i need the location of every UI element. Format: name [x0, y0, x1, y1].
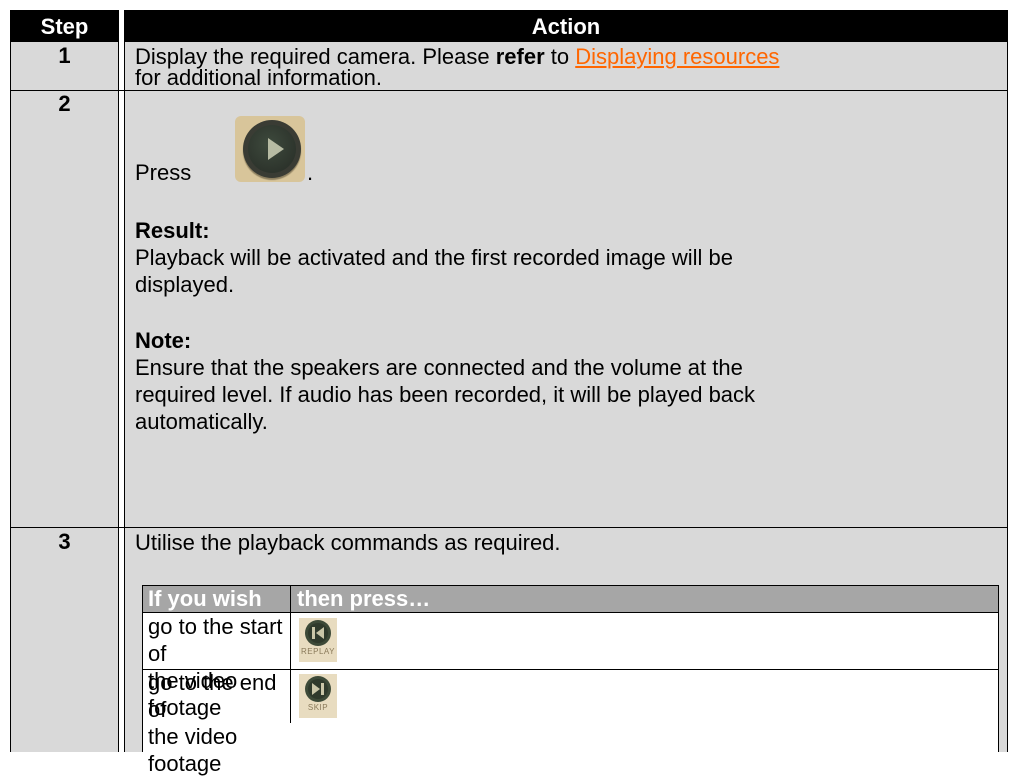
step-number: 3 — [58, 529, 71, 554]
action-cell-3: Utilise the playback commands as require… — [124, 528, 1008, 776]
step-number: 1 — [58, 43, 71, 68]
table-cell-wish: go to the end of the video footage — [142, 669, 290, 777]
play-button — [235, 116, 305, 187]
press-period: . — [307, 160, 314, 185]
header-step: Step — [10, 10, 119, 42]
step-cell-1: 1 — [10, 42, 119, 90]
skip-icon: SKIP — [299, 674, 337, 718]
header-action: Action — [124, 10, 1008, 42]
result-line-2: displayed. — [135, 272, 235, 297]
note-label: Note: — [135, 328, 192, 353]
press-text: Press — [135, 160, 192, 185]
action-cell-2: Press . Result: Playback will be activat… — [124, 91, 1008, 527]
replay-button-label: REPLAY — [301, 647, 335, 656]
result-line-1: Playback will be activated and the first… — [135, 245, 733, 270]
skip-button-label: SKIP — [307, 703, 329, 712]
play-button-icon — [235, 116, 305, 182]
cell-line: the video footage — [148, 724, 238, 776]
col-header-wish: If you wish to… — [148, 586, 262, 639]
cell-line: go to the end of — [148, 670, 277, 722]
note-line-3: automatically. — [135, 409, 268, 434]
step-cell-2: 2 — [10, 91, 119, 527]
note-line-2: required level. If audio has been record… — [135, 382, 756, 407]
step-number: 2 — [58, 91, 71, 116]
action-cell-1: Display the required camera. Please refe… — [124, 42, 1008, 90]
result-label: Result: — [135, 218, 210, 243]
commands-table: If you wish to… then press… go to the st… — [142, 585, 999, 776]
note-line-1: Ensure that the speakers are connected a… — [135, 355, 743, 380]
cell-line: go to the start of — [148, 614, 283, 666]
replay-icon: REPLAY — [299, 618, 337, 662]
col-header-press: then press… — [290, 585, 999, 613]
step-cell-3: 3 — [10, 528, 119, 752]
row1-line2: for additional information. — [135, 65, 383, 90]
displaying-resources-link[interactable]: Displaying resources — [575, 44, 779, 69]
row3-text: Utilise the playback commands as require… — [135, 530, 561, 555]
